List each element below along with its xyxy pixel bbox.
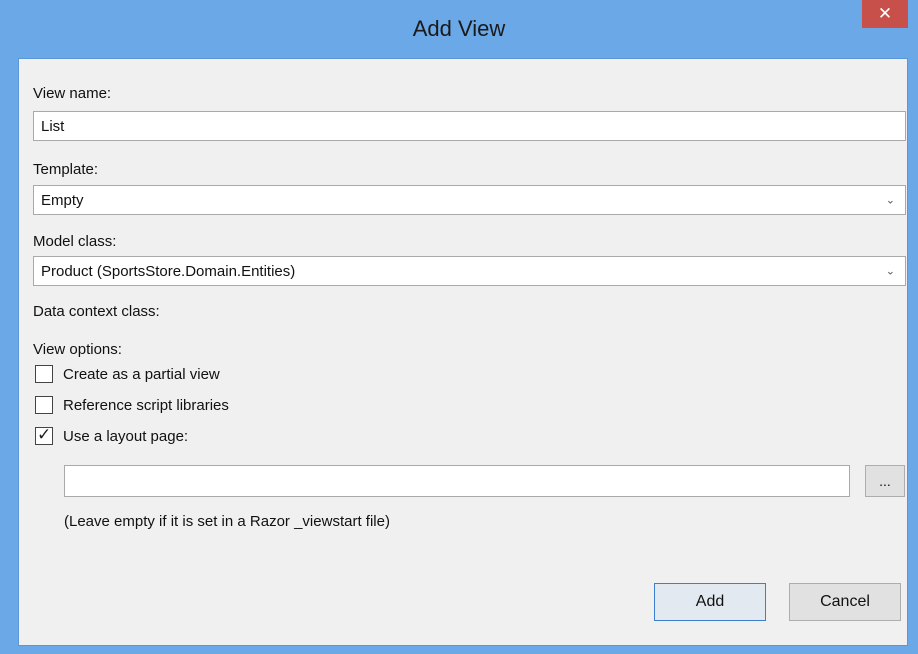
add-button[interactable]: Add: [654, 583, 766, 621]
add-view-dialog: Add View ✕ View name: List Template: Emp…: [0, 0, 918, 654]
checkmark-icon: ✓: [37, 425, 52, 444]
browse-label: ...: [879, 473, 891, 489]
data-context-label: Data context class:: [33, 303, 160, 320]
model-class-select[interactable]: Product (SportsStore.Domain.Entities) ⌄: [33, 256, 906, 286]
close-button[interactable]: ✕: [862, 0, 908, 28]
template-value: Empty: [41, 191, 84, 209]
cancel-button[interactable]: Cancel: [789, 583, 901, 621]
chevron-down-icon: ⌄: [885, 194, 895, 207]
partial-view-label: Create as a partial view: [63, 365, 220, 383]
chevron-down-icon: ⌄: [885, 265, 895, 278]
view-name-input[interactable]: List: [33, 111, 906, 141]
view-name-value: List: [41, 117, 65, 135]
model-class-label: Model class:: [33, 233, 117, 250]
layout-page-checkbox[interactable]: ✓: [35, 425, 53, 445]
model-class-value: Product (SportsStore.Domain.Entities): [41, 262, 296, 280]
view-options-label: View options:: [33, 341, 122, 358]
layout-page-hint: (Leave empty if it is set in a Razor _vi…: [64, 513, 390, 530]
title-bar[interactable]: Add View ✕: [0, 0, 918, 60]
template-select[interactable]: Empty ⌄: [33, 185, 906, 215]
browse-button[interactable]: ...: [865, 465, 905, 497]
script-libraries-label: Reference script libraries: [63, 396, 229, 414]
close-icon: ✕: [877, 4, 893, 23]
cancel-button-label: Cancel: [820, 593, 870, 610]
view-name-label: View name:: [33, 85, 112, 102]
layout-page-option[interactable]: ✓ Use a layout page:: [35, 425, 189, 445]
dialog-body: View name: List Template: Empty ⌄ Model …: [18, 58, 908, 646]
partial-view-checkbox[interactable]: [35, 365, 53, 383]
add-button-label: Add: [695, 593, 725, 610]
template-label: Template:: [33, 161, 99, 178]
dialog-title: Add View: [412, 16, 506, 41]
partial-view-option[interactable]: Create as a partial view: [35, 365, 220, 383]
layout-page-label: Use a layout page:: [63, 427, 189, 445]
script-libraries-option[interactable]: Reference script libraries: [35, 396, 229, 414]
layout-page-input[interactable]: [64, 465, 850, 497]
script-libraries-checkbox[interactable]: [35, 396, 53, 414]
